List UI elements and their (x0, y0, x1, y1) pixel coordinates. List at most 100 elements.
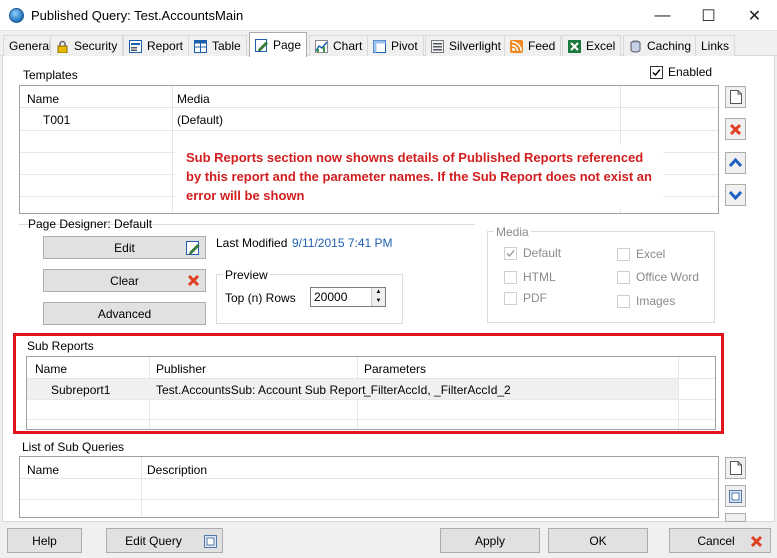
arrow-up-icon (729, 158, 742, 168)
media-excel-option[interactable]: Excel (617, 247, 665, 261)
tab-excel[interactable]: Excel (562, 35, 622, 56)
close-button[interactable]: ✕ (732, 0, 777, 31)
tab-security[interactable]: Security (50, 35, 124, 56)
delete-template-button[interactable] (725, 118, 746, 140)
ok-button-label: OK (589, 533, 607, 548)
move-up-button[interactable] (725, 152, 746, 174)
tab-table[interactable]: Table (188, 35, 247, 56)
tab-label: Table (212, 39, 241, 53)
page-designer-label: Page Designer: Default (28, 217, 153, 231)
media-html-option[interactable]: HTML (504, 270, 556, 284)
new-sub-query-button[interactable] (725, 457, 746, 479)
column-separator (141, 457, 142, 517)
advanced-button[interactable]: Advanced (43, 302, 206, 325)
edit-query-button[interactable]: Edit Query (106, 528, 223, 553)
window-title: Published Query: Test.AccountsMain (31, 8, 244, 23)
clear-page-button[interactable]: Clear (43, 269, 206, 292)
cancel-button[interactable]: Cancel (669, 528, 771, 553)
column-header-media[interactable]: Media (177, 92, 210, 106)
top-rows-value[interactable]: 20000 (314, 290, 347, 304)
open-sub-query-button[interactable] (725, 485, 746, 507)
media-images-option[interactable]: Images (617, 294, 675, 308)
pdf-check-box[interactable] (504, 291, 517, 305)
top-rows-label: Top (n) Rows (225, 291, 296, 305)
sub-query-extra-button[interactable] (725, 513, 746, 522)
word-check-box[interactable] (617, 270, 630, 284)
media-option-label: Excel (636, 247, 666, 261)
table-icon (194, 39, 207, 53)
ok-button[interactable]: OK (548, 528, 648, 553)
globe-app-icon (9, 8, 24, 23)
tab-links[interactable]: Links (695, 35, 736, 56)
spinner-up-icon[interactable]: ▲ (371, 288, 385, 297)
tab-silverlight[interactable]: Silverlight (425, 35, 508, 56)
maximize-button[interactable]: ☐ (686, 0, 731, 31)
tab-label: Caching (647, 39, 692, 53)
media-word-option[interactable]: Office Word (617, 270, 699, 284)
top-rows-spinner[interactable]: 20000 ▲ ▼ (310, 287, 386, 307)
edit-query-button-label: Edit Query (125, 533, 182, 548)
tab-label: General (9, 39, 52, 53)
template-media-cell[interactable]: (Default) (177, 113, 223, 127)
delete-icon (729, 123, 742, 135)
tab-label: Excel (586, 39, 616, 53)
html-check-box[interactable] (504, 270, 517, 284)
sub-queries-grid-header (20, 457, 718, 479)
edit-button-label: Edit (114, 240, 135, 255)
new-document-icon (729, 461, 742, 475)
template-name-cell[interactable]: T001 (43, 113, 70, 127)
help-button-label: Help (32, 533, 57, 548)
media-default-option[interactable]: Default (504, 246, 561, 260)
default-check-box[interactable] (504, 246, 517, 260)
enabled-check-box[interactable] (650, 65, 663, 79)
media-option-label: HTML (523, 270, 556, 284)
tab-chart[interactable]: Chart (309, 35, 369, 56)
column-header-name[interactable]: Name (27, 463, 59, 477)
tab-page[interactable]: Page (249, 32, 308, 57)
tab-label: Links (701, 39, 730, 53)
tab-report[interactable]: Report (123, 35, 190, 56)
tab-label: Report (147, 39, 184, 53)
tab-label: Page (273, 38, 302, 52)
column-header-description[interactable]: Description (147, 463, 207, 477)
apply-button-label: Apply (474, 533, 506, 548)
excel-icon (568, 39, 581, 53)
media-option-label: Default (523, 246, 562, 260)
open-query-icon (729, 489, 742, 503)
chart-icon (315, 39, 328, 53)
help-button[interactable]: Help (7, 528, 82, 553)
sub-queries-grid[interactable]: Name Description (19, 456, 719, 518)
silverlight-icon (431, 39, 444, 53)
column-header-name[interactable]: Name (27, 92, 59, 106)
excel-check-box[interactable] (617, 247, 630, 261)
new-template-button[interactable] (725, 86, 746, 108)
cancel-x-icon (750, 535, 763, 548)
media-option-label: Office Word (636, 270, 699, 284)
page-edit-icon (255, 38, 268, 52)
minimize-button[interactable]: — (640, 0, 685, 31)
column-separator (172, 86, 173, 213)
arrow-down-icon (729, 190, 742, 200)
edit-page-button[interactable]: Edit (43, 236, 206, 259)
highlight-box (13, 333, 724, 434)
tab-pivot[interactable]: Pivot (367, 35, 424, 56)
tab-label: Security (74, 39, 118, 53)
media-pdf-option[interactable]: PDF (504, 291, 547, 305)
tab-feed[interactable]: Feed (504, 35, 562, 56)
clear-button-label: Clear (110, 273, 139, 288)
report-icon (129, 39, 142, 53)
pivot-icon (373, 39, 386, 53)
apply-button[interactable]: Apply (440, 528, 540, 553)
images-check-box[interactable] (617, 294, 630, 308)
preview-label: Preview (223, 268, 270, 282)
spinner-down-icon[interactable]: ▼ (371, 297, 385, 306)
media-option-label: Images (636, 294, 676, 308)
enabled-label: Enabled (668, 65, 713, 79)
rss-icon (510, 39, 523, 53)
tab-caching[interactable]: Caching (623, 35, 698, 56)
move-down-button[interactable] (725, 184, 746, 206)
enabled-checkbox[interactable]: Enabled (650, 65, 712, 79)
templates-label: Templates (23, 68, 78, 82)
advanced-button-label: Advanced (97, 306, 152, 321)
tab-label: Feed (528, 39, 556, 53)
